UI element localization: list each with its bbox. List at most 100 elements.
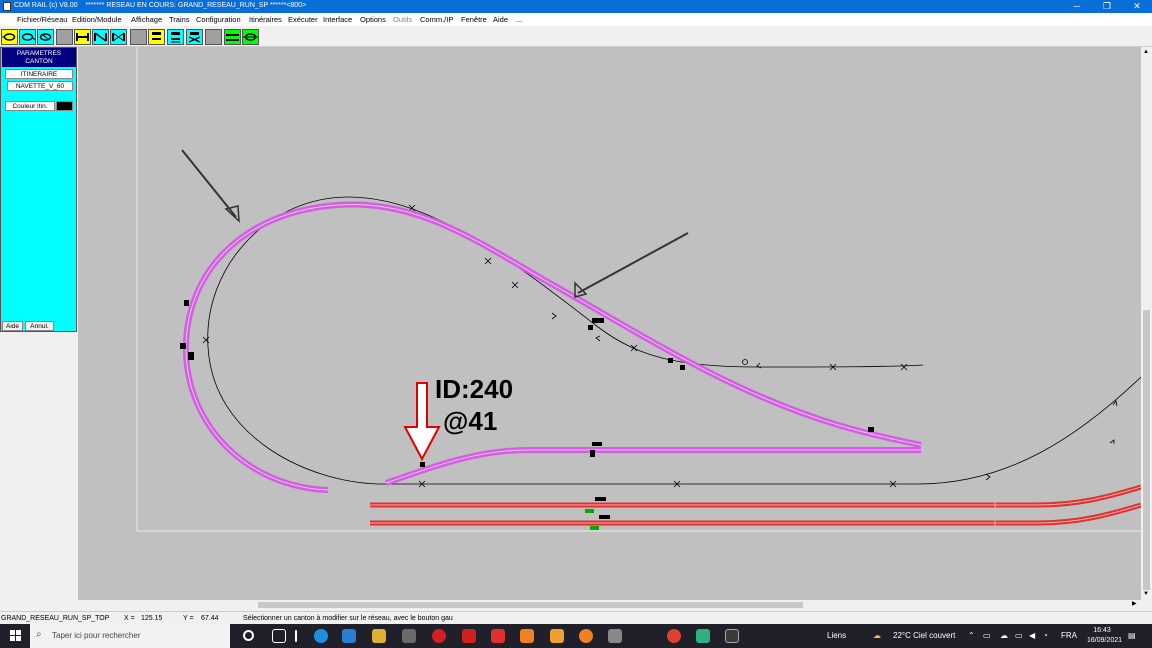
menu-outils[interactable]: Outils xyxy=(393,15,412,24)
signal-tool-button[interactable] xyxy=(148,29,165,45)
vlc-icon-2[interactable] xyxy=(550,629,564,643)
blender-icon[interactable] xyxy=(579,629,593,643)
blank-icon xyxy=(131,30,146,44)
shunt-icon xyxy=(21,33,35,41)
double-track-tool-button[interactable] xyxy=(224,29,241,45)
itinerary-label: ITINERAIRE xyxy=(5,69,73,79)
links-label[interactable]: Liens xyxy=(827,624,846,648)
scroll-right-icon[interactable]: ▶ xyxy=(1132,600,1137,607)
menu-comm-ip[interactable]: Comm./IP xyxy=(420,15,453,24)
vlc-icon[interactable] xyxy=(520,629,534,643)
blank-tool-button-3[interactable] xyxy=(205,29,222,45)
briefcase-icon[interactable] xyxy=(372,629,386,643)
cdm-rail-icon[interactable] xyxy=(725,629,739,643)
red-down-arrow xyxy=(403,382,441,462)
inner-loop-track xyxy=(207,196,924,485)
scroll-down-icon[interactable]: ▼ xyxy=(1143,591,1149,597)
panel-header: PARAMETRES CANTON xyxy=(2,48,76,67)
menu-affichage[interactable]: Affichage xyxy=(131,15,162,24)
station-tool-button[interactable] xyxy=(167,29,184,45)
blank-icon xyxy=(57,30,72,44)
green-loop-tool-button[interactable] xyxy=(242,29,259,45)
shunt-tool-button[interactable] xyxy=(19,29,36,45)
cross-tool-button[interactable] xyxy=(37,29,54,45)
clock-time: 16:43 xyxy=(1093,627,1111,634)
turntable-icon xyxy=(94,32,107,42)
windows-taskbar: ⌕ Taper ici pour rechercher Liens ☁ 22°C… xyxy=(0,624,1152,648)
task-view-icon[interactable] xyxy=(272,629,286,643)
chrome-icon[interactable] xyxy=(667,629,681,643)
cancel-button[interactable]: Annul. xyxy=(25,321,54,331)
app-icon-3[interactable] xyxy=(462,629,476,643)
menu-aide[interactable]: Aide xyxy=(493,15,508,24)
speaker-icon[interactable]: ◀ xyxy=(1029,624,1035,648)
menu-executer[interactable]: Exécuter xyxy=(288,15,318,24)
signal-markers xyxy=(180,300,874,530)
canton-parameters-panel: PARAMETRES CANTON ITINERAIRE NAVETTE_V_6… xyxy=(0,47,77,332)
notification-icon[interactable]: ▤ xyxy=(1128,624,1136,648)
itinerary-field[interactable]: NAVETTE_V_60 xyxy=(7,81,73,91)
vertical-scroll-thumb[interactable] xyxy=(1143,310,1150,590)
menu-trains[interactable]: Trains xyxy=(169,15,190,24)
minimize-button[interactable]: ─ xyxy=(1062,0,1092,13)
close-button[interactable]: ✕ xyxy=(1122,0,1152,13)
menu-fichier[interactable]: Fichier/Réseau xyxy=(17,15,67,24)
buffer-icon xyxy=(76,33,89,41)
network-icon[interactable]: ▭ xyxy=(983,624,991,648)
windows-start-icon[interactable] xyxy=(10,630,22,642)
toolbar xyxy=(0,27,1152,47)
route-color-swatch[interactable] xyxy=(56,101,73,111)
store-icon[interactable] xyxy=(342,629,356,643)
separator-icon xyxy=(295,630,297,642)
route-color-label: Couleur Itin. xyxy=(5,101,55,111)
panel-header-line2: CANTON xyxy=(25,58,53,65)
menu-more[interactable]: ... xyxy=(516,15,522,24)
vertical-scrollbar[interactable]: ▲ ▼ xyxy=(1141,47,1152,600)
app-icon-1[interactable] xyxy=(402,629,416,643)
menu-edition[interactable]: Edition/Module xyxy=(72,15,122,24)
restore-button[interactable]: ❐ xyxy=(1092,0,1122,13)
station-icon xyxy=(188,32,201,43)
app-icon xyxy=(3,2,11,11)
wifi-icon[interactable]: ◔ xyxy=(1043,624,1048,648)
menu-fenetre[interactable]: Fenêtre xyxy=(461,15,487,24)
loop-tool-button[interactable] xyxy=(1,29,18,45)
cortana-icon[interactable] xyxy=(243,630,254,641)
blank-tool-button-2[interactable] xyxy=(130,29,147,45)
blank-icon xyxy=(206,30,221,44)
clock[interactable]: 16:43 16/09/2021 xyxy=(1087,626,1122,646)
depot-tool-button[interactable] xyxy=(186,29,203,45)
network-canvas[interactable]: ID:240 @41 xyxy=(78,47,1141,600)
blank-tool-button-1[interactable] xyxy=(56,29,73,45)
horizontal-scroll-thumb[interactable] xyxy=(258,602,803,608)
menu-configuration[interactable]: Configuration xyxy=(196,15,241,24)
highlighted-route xyxy=(182,201,922,493)
app-icon-4[interactable] xyxy=(608,629,622,643)
storage-icon[interactable]: ▭ xyxy=(1015,624,1023,648)
horizontal-scrollbar[interactable]: ▶ xyxy=(78,600,1141,610)
module-frame xyxy=(136,47,1141,532)
onedrive-icon[interactable]: ☁ xyxy=(1000,624,1008,648)
buffer-tool-button[interactable] xyxy=(74,29,91,45)
menu-itineraires[interactable]: Itinéraires xyxy=(249,15,282,24)
turntable-tool-button[interactable] xyxy=(92,29,109,45)
app-icon-5[interactable] xyxy=(696,629,710,643)
weather-label[interactable]: 22°C Ciel couvert xyxy=(893,624,955,648)
menu-interface[interactable]: Interface xyxy=(323,15,352,24)
track-diagram[interactable]: ID:240 @41 xyxy=(78,47,1141,600)
taskbar-search-box[interactable]: ⌕ Taper ici pour rechercher xyxy=(30,624,230,648)
language-indicator[interactable]: FRA xyxy=(1061,624,1077,648)
acrobat-icon[interactable] xyxy=(491,629,505,643)
annotation-id-label: ID:240 xyxy=(435,374,513,404)
app-icon-2[interactable] xyxy=(432,629,446,643)
menu-options[interactable]: Options xyxy=(360,15,386,24)
window-title: CDM RAIL (c) V8.00 ******* RESEAU EN COU… xyxy=(14,2,307,9)
signal-icon xyxy=(152,32,161,40)
help-button[interactable]: Aide xyxy=(2,321,23,331)
edge-icon[interactable] xyxy=(314,629,328,643)
search-icon: ⌕ xyxy=(36,629,42,640)
scroll-up-icon[interactable]: ▲ xyxy=(1143,49,1149,55)
green-loop-icon xyxy=(243,33,258,41)
crossing-tool-button[interactable] xyxy=(110,29,127,45)
tray-chevron-icon[interactable]: ⌃ xyxy=(968,624,975,648)
